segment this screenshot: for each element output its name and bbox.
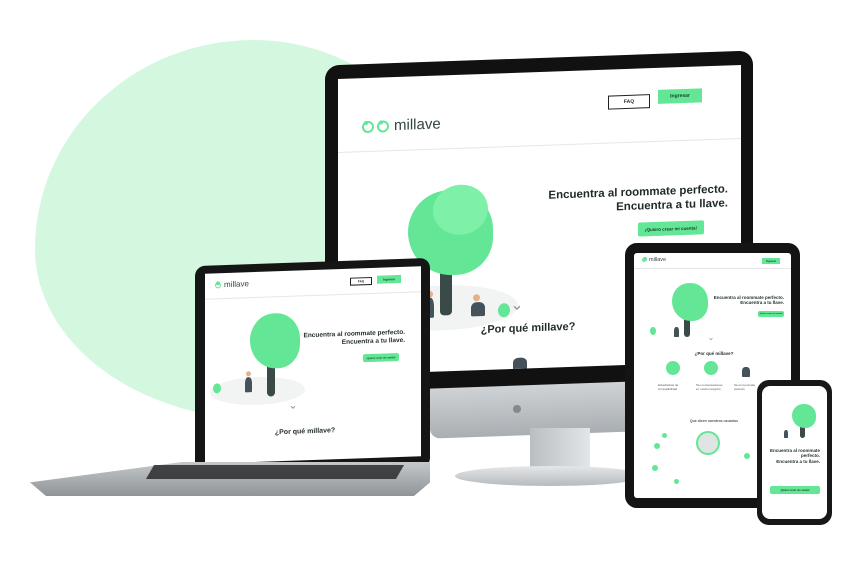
faq-button[interactable]: FAQ (350, 276, 372, 286)
user-bubble (654, 443, 660, 449)
testimonials-heading: Qué dicen nuestros usuarios (689, 419, 739, 423)
create-account-button[interactable]: ¡Quiero crear mi cuenta! (363, 352, 399, 363)
laptop-why-heading: ¿Por qué millave? (274, 427, 336, 437)
chevron-down-icon[interactable]: ⌄ (506, 294, 528, 315)
feature-illustration (742, 367, 750, 377)
chevron-down-icon[interactable]: ⌄ (285, 398, 301, 412)
hero-tree-illustration (646, 281, 716, 341)
monitor-logo: millave (362, 115, 441, 135)
monitor-navbar: millave FAQ Ingresar (338, 64, 741, 154)
testimonial-avatar (696, 431, 720, 455)
user-bubble (652, 465, 658, 471)
monitor-hero-heading: Encuentra al roommate perfecto. Encuentr… (548, 183, 728, 214)
chevron-down-icon[interactable]: ⌄ (704, 333, 718, 342)
laptop-screen: millave FAQ Ingresar Encuentra al roomma… (205, 266, 421, 464)
monitor-logo-dot (513, 405, 521, 413)
faq-button[interactable]: FAQ (608, 94, 650, 110)
laptop-keyboard (145, 465, 405, 479)
feature-illustration (666, 361, 680, 375)
key-logo-icon (377, 119, 389, 133)
hero-tree-illustration (210, 310, 310, 408)
tablet-hero-heading: Encuentra al roommate perfecto. Encuentr… (713, 295, 784, 306)
feature-label: Estadísticas de compatibilidad (658, 383, 679, 391)
phone-hero-heading: Encuentra al roommate perfecto. Encuentr… (769, 448, 820, 464)
brand-name: millave (224, 279, 249, 290)
feature-illustration (704, 361, 718, 375)
hero-tree-illustration (770, 402, 820, 442)
laptop-logo: millave (215, 279, 249, 289)
key-logo-icon (362, 120, 374, 133)
login-button[interactable]: Ingresar (377, 274, 401, 284)
key-logo-icon (642, 257, 647, 262)
create-account-button[interactable]: ¡Quiero crear mi cuenta! (770, 486, 820, 494)
feature-label: Ten conversaciones en modo incógnito (696, 383, 723, 391)
user-bubble (744, 453, 750, 459)
create-account-button[interactable]: ¡Quiero crear mi cuenta! (638, 220, 704, 237)
user-bubble (662, 433, 667, 438)
tablet-navbar: millave Ingresar (634, 253, 791, 269)
tablet-why-heading: ¿Por qué millave? (694, 351, 734, 356)
brand-name: millave (649, 257, 667, 263)
monitor-stand-base (455, 466, 645, 486)
tablet-logo: millave (642, 257, 666, 263)
key-logo-icon (215, 281, 221, 288)
user-bubble (674, 479, 679, 484)
login-button[interactable]: Ingresar (762, 258, 780, 264)
login-button[interactable]: Ingresar (658, 88, 702, 104)
laptop-hero-heading: Encuentra al roommate perfecto. Encuentr… (303, 328, 406, 346)
create-account-button[interactable]: ¡Quiero crear mi cuenta! (758, 311, 784, 317)
phone-screen: Encuentra al roommate perfecto. Encuentr… (762, 386, 827, 519)
brand-name: millave (394, 115, 441, 135)
